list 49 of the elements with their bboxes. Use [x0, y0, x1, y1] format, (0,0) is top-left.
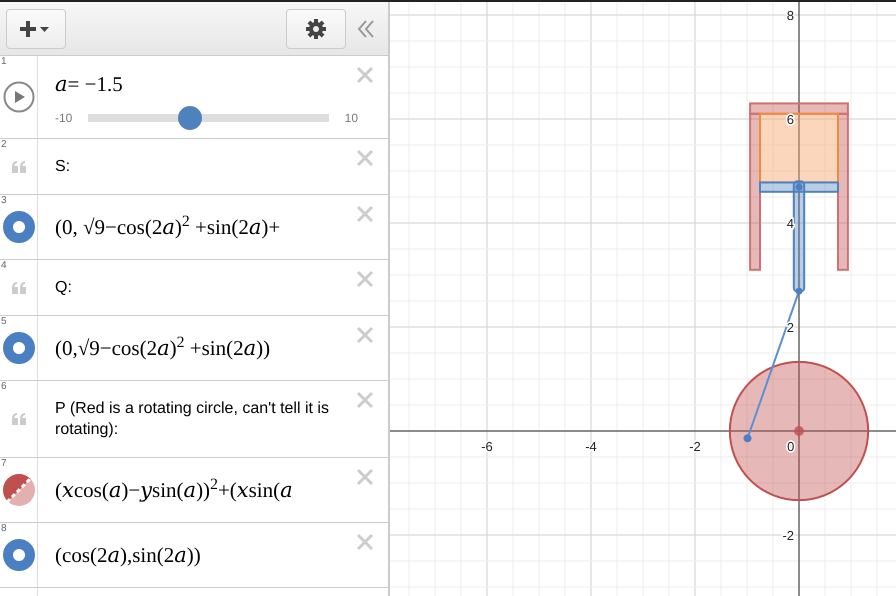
- point-style-icon[interactable]: [2, 211, 34, 243]
- delete-button[interactable]: [356, 391, 374, 409]
- expression-input[interactable]: (𝑥cos(𝑎)−𝑦sin(𝑎))$^{2}$+(𝑥sin(𝑎: [55, 472, 293, 508]
- row-number: 3: [1, 196, 7, 206]
- delete-button[interactable]: [356, 326, 374, 344]
- row-number: 7: [1, 459, 7, 469]
- axis-label: -2: [689, 439, 701, 454]
- play-icon[interactable]: [2, 81, 34, 113]
- expression-input[interactable]: (0, √9−cos(2𝑎)$^{2}$ +sin(2𝑎)+: [55, 209, 280, 245]
- axis-label: 0: [787, 439, 794, 454]
- delete-button[interactable]: [356, 468, 374, 486]
- row-number: 1: [1, 57, 7, 67]
- delete-button[interactable]: [356, 66, 374, 84]
- point-style-icon[interactable]: [2, 539, 34, 571]
- row-number: 4: [1, 261, 7, 271]
- axis-label: 8: [786, 8, 794, 23]
- row-number: 8: [1, 524, 7, 534]
- settings-button[interactable]: [286, 9, 346, 49]
- note-text[interactable]: Q:: [55, 277, 336, 298]
- axis-label: 2: [786, 320, 794, 335]
- point-style-icon[interactable]: [2, 332, 34, 364]
- row-number: 2: [1, 140, 7, 150]
- slider-min: -10: [55, 110, 72, 127]
- axis-label: -2: [782, 528, 794, 543]
- delete-button[interactable]: [356, 205, 374, 223]
- axis-label: -4: [585, 439, 597, 454]
- axis-label: -6: [481, 439, 493, 454]
- settings-icon: [305, 18, 327, 40]
- delete-button[interactable]: [356, 270, 374, 288]
- row-number: 5: [1, 317, 7, 327]
- center-point: [794, 426, 804, 436]
- crank-point: [744, 434, 752, 442]
- row-number: 6: [1, 382, 7, 392]
- fill-style-icon[interactable]: [2, 474, 34, 506]
- piston-point: [796, 184, 802, 191]
- note-text[interactable]: S:: [55, 156, 336, 177]
- expression-input[interactable]: (0,√9−cos(2𝑎)$^{2}$ +sin(2𝑎)): [55, 330, 270, 366]
- expression-input[interactable]: (cos(2𝑎),sin(2𝑎)): [55, 537, 201, 573]
- expression-input[interactable]: 𝑎= −1.5: [55, 66, 123, 102]
- delete-button[interactable]: [356, 149, 374, 167]
- quote-icon: [10, 413, 26, 425]
- quote-icon: [10, 160, 26, 172]
- add-button[interactable]: [6, 9, 66, 49]
- note-text[interactable]: P (Red is a rotating circle, can't tell it is rotating):: [55, 398, 336, 440]
- piston-point: [796, 288, 802, 295]
- delete-button[interactable]: [356, 533, 374, 551]
- quote-icon: [10, 282, 26, 294]
- axis-label: 6: [786, 112, 794, 127]
- slider-max: 10: [344, 110, 358, 127]
